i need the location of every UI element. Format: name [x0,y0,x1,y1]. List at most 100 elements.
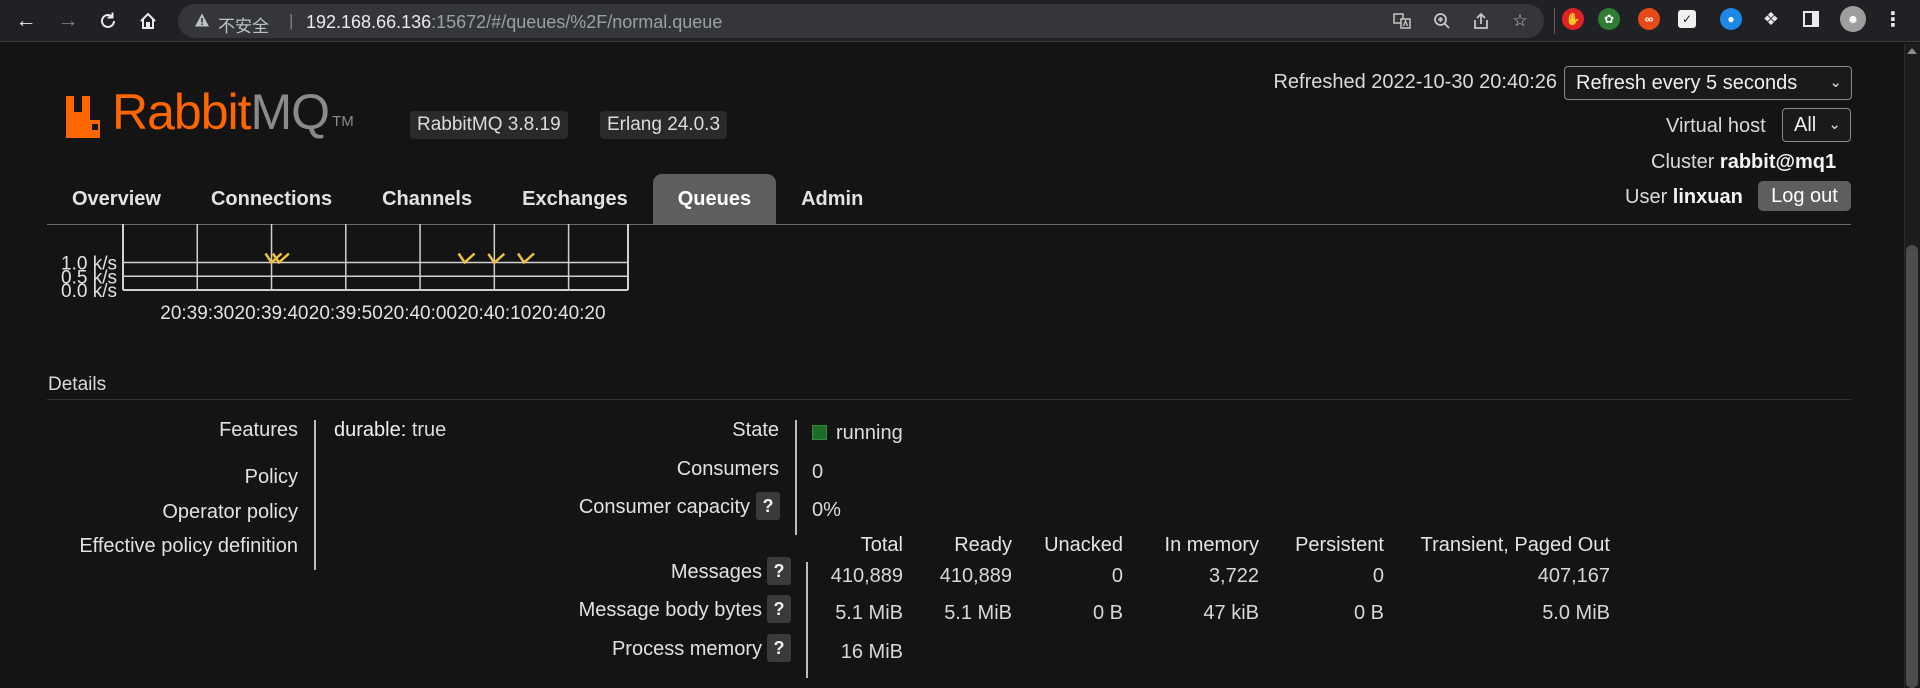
adblock-extension-icon[interactable]: ✋ [1562,8,1584,30]
tab-overview[interactable]: Overview [47,174,186,224]
column-header-unacked: Unacked [1044,534,1123,556]
durable-key: durable: [334,419,407,441]
rabbitmq-logo[interactable]: Rabbit MQ TM [66,86,354,138]
extension-check-icon[interactable]: ✓ [1678,10,1696,28]
scroll-up-icon[interactable] [1907,48,1917,54]
profile-avatar-icon[interactable]: ☻ [1840,6,1866,32]
process-memory-help-button[interactable]: ? [767,634,791,662]
table-cell: 0 B [1353,602,1384,624]
user-label: User [1625,186,1668,208]
state-running-indicator [812,425,827,440]
side-panel-icon[interactable] [1800,8,1822,30]
consumers-label: Consumers [676,458,779,480]
logo-rabbit-text: Rabbit [112,84,252,140]
table-cell: 16 MiB [840,641,903,663]
url-host: 192.168.66.136 [306,12,432,32]
column-header-in-memory: In memory [1164,534,1259,556]
refresh-interval-select[interactable]: Refresh every 5 seconds ⌄ [1564,66,1852,100]
consumers-value: 0 [812,461,824,483]
extension-leaf-icon[interactable]: ✿ [1598,8,1620,30]
tab-queues[interactable]: Queues [652,174,777,224]
cluster-label: Cluster [1651,151,1715,173]
rabbitmq-logo-icon [66,96,100,138]
tab-connections[interactable]: Connections [186,174,357,224]
consumer-capacity-label: Consumer capacity [578,496,750,518]
messages-help-button[interactable]: ? [767,557,791,585]
chart-series-line [487,252,506,265]
tab-channels[interactable]: Channels [357,174,497,224]
effective-policy-label: Effective policy definition [79,535,298,557]
column-header-transient-paged-out: Transient, Paged Out [1420,534,1610,556]
extension-infinity-icon[interactable]: ∞ [1638,8,1660,30]
table-cell: 47 kiB [1203,602,1259,624]
extensions-puzzle-icon[interactable]: ❖ [1760,8,1782,30]
translate-icon[interactable] [1390,9,1414,33]
logo-mq-text: MQ [250,84,331,140]
chevron-down-icon: ⌄ [1829,74,1842,91]
state-value: running [836,422,903,444]
refreshed-timestamp: Refreshed 2022-10-30 20:40:26 [1273,71,1557,93]
message-body-bytes-help-button[interactable]: ? [767,595,791,623]
logo-trademark: TM [332,113,354,130]
scrollbar-thumb[interactable] [1906,245,1918,688]
column-header-total: Total [860,534,903,556]
left-column-divider [314,420,316,570]
chart-series-line [457,252,476,265]
details-divider [47,399,1851,400]
table-cell: 5.1 MiB [835,602,903,624]
chart-x-tick-label: 20:40:20 [532,303,606,324]
table-cell: 5.0 MiB [1542,602,1610,624]
main-nav-tabs: Overview Connections Channels Exchanges … [47,174,888,224]
process-memory-label: Process memory [611,638,762,660]
tab-admin[interactable]: Admin [776,174,888,224]
table-cell: 0 [1372,565,1384,587]
extension-globe-icon[interactable]: ● [1720,8,1742,30]
share-icon[interactable] [1469,9,1493,33]
url-text: 192.168.66.136:15672/#/queues/%2F/normal… [306,12,722,33]
table-cell: 407,167 [1537,565,1610,587]
back-icon[interactable]: ← [12,7,40,35]
feature-durable: durable: true [334,419,446,442]
details-heading: Details [48,374,107,395]
table-cell: 410,889 [830,565,903,587]
virtual-host-select[interactable]: All ⌄ [1782,108,1851,142]
erlang-version-badge: Erlang 24.0.3 [600,111,728,139]
table-cell: 410,889 [939,565,1012,587]
virtual-host-label: Virtual host [1666,115,1766,137]
message-rate-chart: 1.0 k/s0.5 k/s0.0 k/s20:39:30 20:39:40 20:… [61,224,629,324]
browser-toolbar: ← → 不安全 | 192.168.66.136:15672/#/queues/… [0,0,1920,42]
durable-value: true [411,419,447,441]
chart-x-tick-label: 20:40:00 [383,303,457,324]
forward-icon[interactable]: → [54,7,82,35]
stats-divider [806,562,808,678]
column-header-ready: Ready [954,534,1012,556]
chart-x-tick-label: 20:39:50 [309,303,383,324]
omnibox-separator: | [289,11,294,30]
messages-label: Messages [670,561,762,583]
home-icon[interactable] [134,7,162,35]
consumer-capacity-help-button[interactable]: ? [756,492,780,520]
rabbitmq-version-badge: RabbitMQ 3.8.19 [410,111,568,139]
logout-button[interactable]: Log out [1758,181,1851,211]
cluster-name: rabbit@mq1 [1719,151,1837,173]
cluster-info: Cluster rabbit@mq1 [1651,151,1836,174]
middle-column-divider [795,420,797,535]
browser-menu-icon[interactable]: ⋮ [1882,8,1904,31]
reload-icon[interactable] [94,7,122,35]
chart-series-line [516,252,535,265]
address-bar[interactable]: 不安全 | 192.168.66.136:15672/#/queues/%2F/… [178,4,1544,38]
chart-x-tick-label: 20:39:30 [160,303,234,324]
url-path: :15672/#/queues/%2F/normal.queue [431,12,723,32]
message-body-bytes-label: Message body bytes [578,599,762,621]
chart-x-tick-label: 20:39:40 [235,303,309,324]
table-cell: 3,722 [1208,565,1259,587]
state-label: State [732,419,779,441]
tab-exchanges[interactable]: Exchanges [497,174,653,224]
insecure-label: 不安全 [218,17,269,37]
zoom-icon[interactable] [1430,9,1454,33]
user-name: linxuan [1672,186,1743,208]
bookmark-star-icon[interactable]: ☆ [1508,9,1532,33]
virtual-host-value: All [1794,114,1817,136]
table-cell: 5.1 MiB [944,602,1012,624]
consumer-capacity-value: 0% [812,499,841,521]
